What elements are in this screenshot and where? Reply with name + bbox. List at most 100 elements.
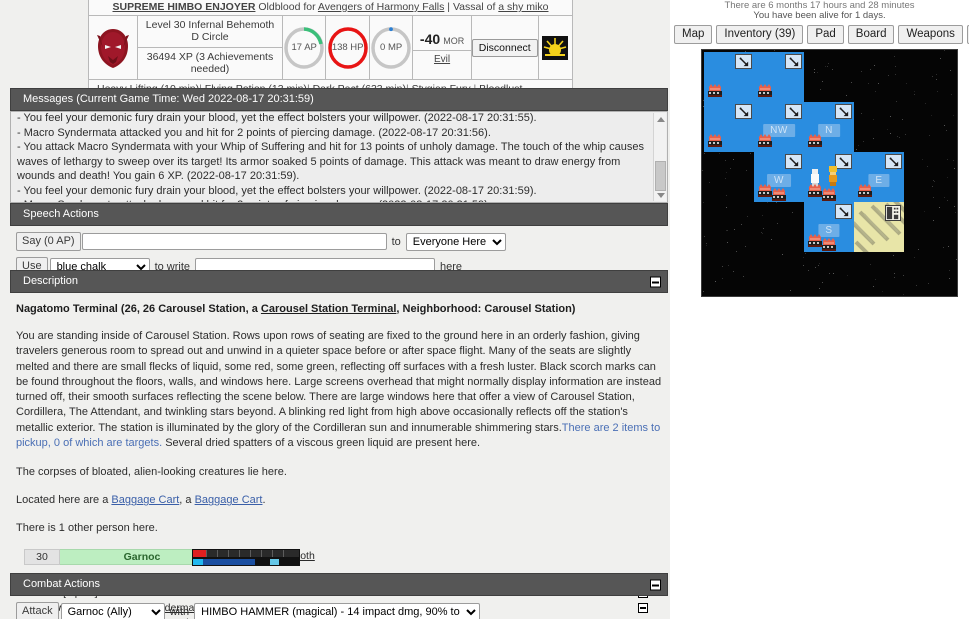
ap-ring: 17 AP xyxy=(283,26,325,70)
star-dot xyxy=(776,223,778,225)
move-arrow-icon[interactable] xyxy=(735,104,752,119)
monster-sprite[interactable] xyxy=(820,188,838,202)
scroll-down-icon[interactable] xyxy=(654,189,667,201)
description-collapse-icon[interactable] xyxy=(650,276,661,287)
star-dot xyxy=(746,215,748,217)
monster-sprite[interactable] xyxy=(820,238,838,252)
star-dot xyxy=(943,196,945,198)
move-arrow-icon[interactable] xyxy=(785,154,802,169)
star-dot xyxy=(889,115,891,117)
tab-map[interactable]: Map xyxy=(674,25,713,44)
monster-sprite[interactable] xyxy=(756,134,774,148)
building-entrance-icon[interactable] xyxy=(885,205,901,221)
scroll-thumb[interactable] xyxy=(655,161,666,191)
monster-sprite[interactable] xyxy=(770,188,788,202)
say-button[interactable]: Say (0 AP) xyxy=(16,232,81,251)
ap-cell[interactable]: 17 AP xyxy=(283,16,327,79)
tab-board[interactable]: Board xyxy=(847,25,895,44)
star-dot xyxy=(913,257,915,259)
monster-sprite[interactable] xyxy=(806,134,824,148)
map-cell[interactable]: NW xyxy=(754,102,804,152)
map-cell[interactable]: N xyxy=(804,102,854,152)
monster-sprite[interactable] xyxy=(756,84,774,98)
star-dot xyxy=(722,266,724,268)
other-person-line: There is 1 other person here. xyxy=(16,522,158,535)
move-arrow-icon[interactable] xyxy=(785,54,802,69)
move-arrow-icon[interactable] xyxy=(785,104,802,119)
map-cell[interactable]: E xyxy=(854,152,904,202)
map-cell[interactable] xyxy=(804,152,854,202)
star-dot xyxy=(736,250,738,252)
disconnect-cell: Disconnect xyxy=(471,16,539,79)
description-section: Description Nagatomo Terminal (26, 26 Ca… xyxy=(10,270,668,619)
hp-cell[interactable]: 138 HP xyxy=(326,16,370,79)
character-name-link[interactable]: SUPREME HIMBO ENJOYER xyxy=(113,1,256,13)
star-dot xyxy=(944,50,946,52)
say-input[interactable] xyxy=(81,233,387,250)
right-panel-tabs: Map Inventory (39) Pad Board Weapons Nex… xyxy=(670,25,969,44)
star-dot xyxy=(821,80,823,82)
star-dot xyxy=(745,170,747,172)
star-dot xyxy=(874,91,876,93)
attack-button[interactable]: Attack xyxy=(16,602,59,619)
alive-line: You have been alive for 1 days. xyxy=(753,10,886,21)
map-cell[interactable] xyxy=(854,202,904,252)
tab-inventory[interactable]: Inventory (39) xyxy=(716,25,804,44)
star-dot xyxy=(804,252,806,254)
baggage-cart-link-1[interactable]: Baggage Cart xyxy=(111,494,179,506)
star-dot xyxy=(886,128,888,130)
morale-value-row: -40 MOR xyxy=(413,28,471,51)
say-row: Say (0 AP) to Everyone Here xyxy=(10,226,668,251)
move-arrow-icon[interactable] xyxy=(835,104,852,119)
attack-target-select[interactable]: Garnoc (Ally) xyxy=(60,602,165,619)
monster-sprite[interactable] xyxy=(856,184,874,198)
message-line: - You attack Macro Syndermata with your … xyxy=(17,141,644,182)
star-dot xyxy=(953,159,955,161)
star-dot xyxy=(827,62,829,64)
location-description-tail: Several dried spatters of a viscous gree… xyxy=(165,437,481,450)
location-type-link[interactable]: Carousel Station Terminal xyxy=(261,303,397,315)
tab-weapons[interactable]: Weapons xyxy=(898,25,963,44)
alignment-link[interactable]: Evil xyxy=(434,54,450,65)
weapon-select[interactable]: HIMBO HAMMER (magical) - 14 impact dmg, … xyxy=(194,602,481,619)
vassal-link[interactable]: a shy miko xyxy=(498,1,548,13)
baggage-cart-link-2[interactable]: Baggage Cart xyxy=(195,494,263,506)
mp-cell[interactable]: 0 MP xyxy=(370,16,414,79)
location-title: Nagatomo Terminal (26, 26 Carousel Stati… xyxy=(16,303,662,315)
star-dot xyxy=(928,134,930,136)
player-row[interactable]: 30 Garnoc Infernal Behemoth xyxy=(24,549,354,567)
star-dot xyxy=(928,283,930,285)
star-dot xyxy=(705,244,707,246)
star-dot xyxy=(869,68,871,70)
messages-log[interactable]: - You feel your demonic fury drain your … xyxy=(10,111,668,203)
move-arrow-icon[interactable] xyxy=(885,154,902,169)
player-ap-bar xyxy=(192,558,300,567)
map-cell[interactable]: W xyxy=(754,152,804,202)
map-cell[interactable] xyxy=(754,52,804,102)
star-dot xyxy=(956,53,957,55)
monster-sprite[interactable] xyxy=(706,134,724,148)
map-cell[interactable]: S xyxy=(804,202,854,252)
morale-cell: -40 MOR Evil xyxy=(413,16,472,79)
map-grid[interactable]: NW N W E S xyxy=(701,49,958,297)
scroll-up-icon[interactable] xyxy=(654,113,667,125)
move-arrow-icon[interactable] xyxy=(735,54,752,69)
location-title-pre: Nagatomo Terminal (26, 26 Carousel Stati… xyxy=(16,303,261,315)
star-dot xyxy=(902,293,904,295)
avatar-cell xyxy=(89,16,138,79)
map-cell[interactable] xyxy=(704,102,754,152)
messages-scrollbar[interactable] xyxy=(653,113,666,201)
star-dot xyxy=(719,153,721,155)
morale-value: -40 xyxy=(419,31,441,47)
map-cell[interactable] xyxy=(704,52,754,102)
move-arrow-icon[interactable] xyxy=(835,204,852,219)
monster-sprite[interactable] xyxy=(706,84,724,98)
star-dot xyxy=(894,73,896,75)
say-audience-select[interactable]: Everyone Here xyxy=(405,232,506,251)
message-line: - Macro Syndermata attacked you and hit … xyxy=(17,126,491,139)
star-dot xyxy=(732,271,734,273)
faction-link[interactable]: Avengers of Harmony Falls xyxy=(318,1,444,13)
combat-collapse-icon[interactable] xyxy=(650,579,661,590)
disconnect-button[interactable]: Disconnect xyxy=(471,38,538,57)
tab-pad[interactable]: Pad xyxy=(807,25,844,44)
